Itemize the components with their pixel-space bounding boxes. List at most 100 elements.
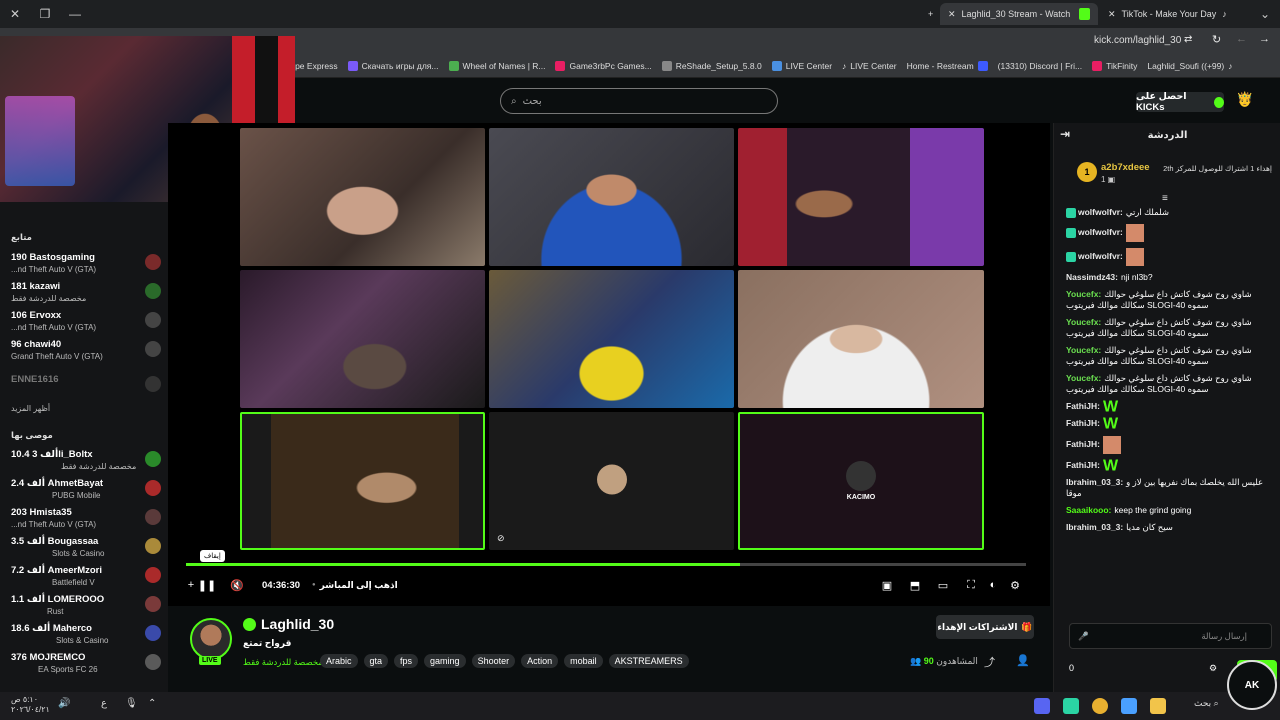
sidebar-channel-item[interactable]: 1.1 ألف LOMEROOO Rust	[11, 594, 161, 622]
sidebar-channel-item[interactable]: 106 Ervoxx ...nd Theft Auto V (GTA)	[11, 310, 161, 338]
tab-close-icon[interactable]: ✕	[1108, 9, 1116, 20]
bookmark-item[interactable]: ReShade_Setup_5.8.0	[661, 60, 762, 71]
chat-username[interactable]: Youcefx:	[1066, 373, 1101, 383]
sidebar-channel-item[interactable]: 376 MOJREMCO EA Sports FC 26	[11, 652, 161, 680]
store-icon[interactable]	[1121, 698, 1137, 714]
tag[interactable]: mobail	[564, 654, 603, 668]
settings-gear-icon[interactable]: ⚙	[1004, 575, 1026, 595]
quality-icon[interactable]: ◐	[982, 575, 1004, 595]
user-avatar-icon[interactable]: 🤴	[1236, 91, 1253, 108]
bookmark-item[interactable]: LIVE Center	[771, 60, 832, 71]
sidebar-channel-item[interactable]: 18.6 ألف Maherco Slots & Casino	[11, 623, 161, 651]
bookmark-item[interactable]: TikFinity	[1092, 60, 1137, 71]
tray-chevron-icon[interactable]: ⌃	[148, 698, 156, 709]
bookmark-item[interactable]: Home - Restream	[907, 60, 988, 71]
taskbar-clock[interactable]: ٥:١٠ ص ٢٠٢٦/٠٤/٢١	[11, 695, 50, 715]
bookmark-item[interactable]: Wheel of Names | R...	[448, 60, 545, 71]
chat-username[interactable]: FathiJH:	[1066, 401, 1100, 411]
tag[interactable]: fps	[394, 654, 419, 668]
tab-search-icon[interactable]: ⌄	[1250, 7, 1280, 21]
page-settings-icon[interactable]: ⇄	[1184, 34, 1192, 45]
taskbar-search[interactable]: بحث ⌕	[1194, 698, 1219, 709]
chat-message-input[interactable]: إرسال رسالة 🎤	[1069, 623, 1272, 649]
pip-icon[interactable]: ▣	[876, 575, 898, 595]
pinned-username[interactable]: a2b7xdeee	[1101, 162, 1150, 173]
video-player[interactable]: ⊘ KACIMO + ❚❚ 🔇 04:36:30 ● اذهب إلى المب…	[168, 123, 1050, 606]
sidebar-channel-item[interactable]: 10.4 ألف 3li_Boltx مخصصة للدردشة فقط	[11, 449, 161, 477]
channel-name[interactable]: Laghlid_30	[261, 616, 334, 632]
sidebar-channel-item-offline[interactable]: ENNE1616	[11, 374, 161, 402]
chat-username[interactable]: wolfwolfvr:	[1078, 227, 1123, 237]
tag[interactable]: Arabic	[320, 654, 358, 668]
stream-category-link[interactable]: مخصصة للدردشة فقط	[243, 657, 323, 668]
chat-username[interactable]: Ibrahim_03_3:	[1066, 522, 1123, 532]
chat-username[interactable]: Saaaikooo:	[1066, 505, 1111, 515]
bookmark-item[interactable]: Game3rbPc Games...	[555, 60, 652, 71]
gift-subs-button[interactable]: الاشتراكات الإهداء 🎁	[936, 615, 1034, 639]
app-icon[interactable]	[1063, 698, 1079, 714]
sidebar-channel-item[interactable]: 2.4 ألف AhmetBayat PUBG Mobile	[11, 478, 161, 506]
file-explorer-icon[interactable]	[1150, 698, 1166, 714]
reload-icon[interactable]: ↻	[1212, 33, 1221, 46]
sidebar-channel-item[interactable]: 203 Hmista35 ...nd Theft Auto V (GTA)	[11, 507, 161, 535]
progress-bar[interactable]	[186, 563, 1026, 566]
chat-username[interactable]: Youcefx:	[1066, 317, 1101, 327]
minimize-window-icon[interactable]: —	[60, 7, 90, 21]
microphone-icon[interactable]: 🎙	[125, 698, 138, 709]
sidebar-channel-item[interactable]: 190 Bastosgaming ...nd Theft Auto V (GTA…	[11, 252, 161, 280]
restore-window-icon[interactable]: ❐	[30, 7, 60, 21]
sidebar-channel-item[interactable]: 181 kazawi مخصصة للدردشة فقط	[11, 281, 161, 309]
tag[interactable]: gaming	[424, 654, 466, 668]
search-input[interactable]: ⌕ بحث	[500, 88, 778, 114]
mute-button[interactable]: 🔇	[226, 575, 248, 595]
forward-icon[interactable]: →	[1259, 33, 1270, 45]
pause-button[interactable]: ❚❚	[196, 575, 218, 595]
follow-icon[interactable]: 👤	[1016, 654, 1030, 667]
share-icon[interactable]: ⤴	[984, 654, 995, 670]
tag[interactable]: gta	[363, 654, 389, 668]
add-icon[interactable]: +	[186, 575, 196, 595]
chat-username[interactable]: FathiJH:	[1066, 460, 1100, 470]
theater-mode-icon[interactable]: ▭	[932, 575, 954, 595]
tab-close-icon[interactable]: ✕	[948, 9, 956, 20]
back-icon[interactable]: ←	[1236, 33, 1247, 45]
bookmark-item[interactable]: (13310) Discord | Fri...	[998, 61, 1082, 71]
get-kicks-button[interactable]: احصل على KICKs	[1136, 91, 1224, 113]
bookmark-item[interactable]: Laghlid_Soufi ((+99) ♪	[1147, 61, 1232, 71]
chat-username[interactable]: wolfwolfvr:	[1078, 251, 1123, 261]
chat-settings-icon[interactable]: ⚙	[1209, 663, 1217, 674]
close-window-icon[interactable]: ✕	[0, 7, 30, 21]
chat-filter-icon[interactable]: ≡	[1162, 193, 1168, 204]
clip-icon[interactable]: ⬒	[904, 575, 926, 595]
tag[interactable]: AKSTREAMERS	[608, 654, 689, 668]
chat-username[interactable]: Nassimdz43:	[1066, 272, 1118, 282]
mic-icon[interactable]: 🎤	[1078, 631, 1089, 642]
tag[interactable]: Shooter	[471, 654, 516, 668]
streamer-avatar[interactable]	[190, 618, 232, 660]
chat-username[interactable]: Ibrahim_03_3:	[1066, 477, 1123, 487]
go-live-button[interactable]: اذهب إلى المباشر	[320, 580, 398, 591]
chat-username[interactable]: Youcefx:	[1066, 289, 1101, 299]
chat-username[interactable]: wolfwolfvr:	[1078, 207, 1123, 217]
chat-username[interactable]: FathiJH:	[1066, 418, 1100, 428]
collapse-chat-icon[interactable]: ⇥	[1060, 127, 1070, 141]
language-indicator[interactable]: ع	[101, 698, 107, 709]
bookmark-item[interactable]: Скачать игры для...	[347, 60, 439, 71]
sidebar-channel-item[interactable]: 3.5 ألف Bougassaa Slots & Casino	[11, 536, 161, 564]
chat-username[interactable]: FathiJH:	[1066, 439, 1100, 449]
bookmark-item[interactable]: ♪ LIVE Center	[842, 61, 897, 71]
tab-laghlid-stream[interactable]: ✕ Laghlid_30 Stream - Watch Live	[940, 3, 1098, 25]
tag[interactable]: Action	[521, 654, 559, 668]
new-tab-button[interactable]: +	[920, 3, 941, 25]
bookmark-item[interactable]: tripe Express	[288, 61, 338, 71]
speaker-icon[interactable]: 🔊	[58, 698, 70, 709]
sidebar-channel-item[interactable]: 7.2 ألف AmeerMzori Battlefield V	[11, 565, 161, 593]
discord-icon[interactable]	[1034, 698, 1050, 714]
sidebar-channel-item[interactable]: 96 chawi40 Grand Theft Auto V (GTA)	[11, 339, 161, 367]
url-field[interactable]: kick.com/laghlid_30	[1094, 35, 1181, 46]
chrome-icon[interactable]	[1092, 698, 1108, 714]
tab-tiktok[interactable]: ✕ TikTok - Make Your Day ♪	[1100, 3, 1252, 25]
chat-username[interactable]: Youcefx:	[1066, 345, 1101, 355]
show-more-link[interactable]: أظهر المزيد	[11, 404, 50, 413]
fullscreen-icon[interactable]: ⛶	[960, 575, 982, 595]
